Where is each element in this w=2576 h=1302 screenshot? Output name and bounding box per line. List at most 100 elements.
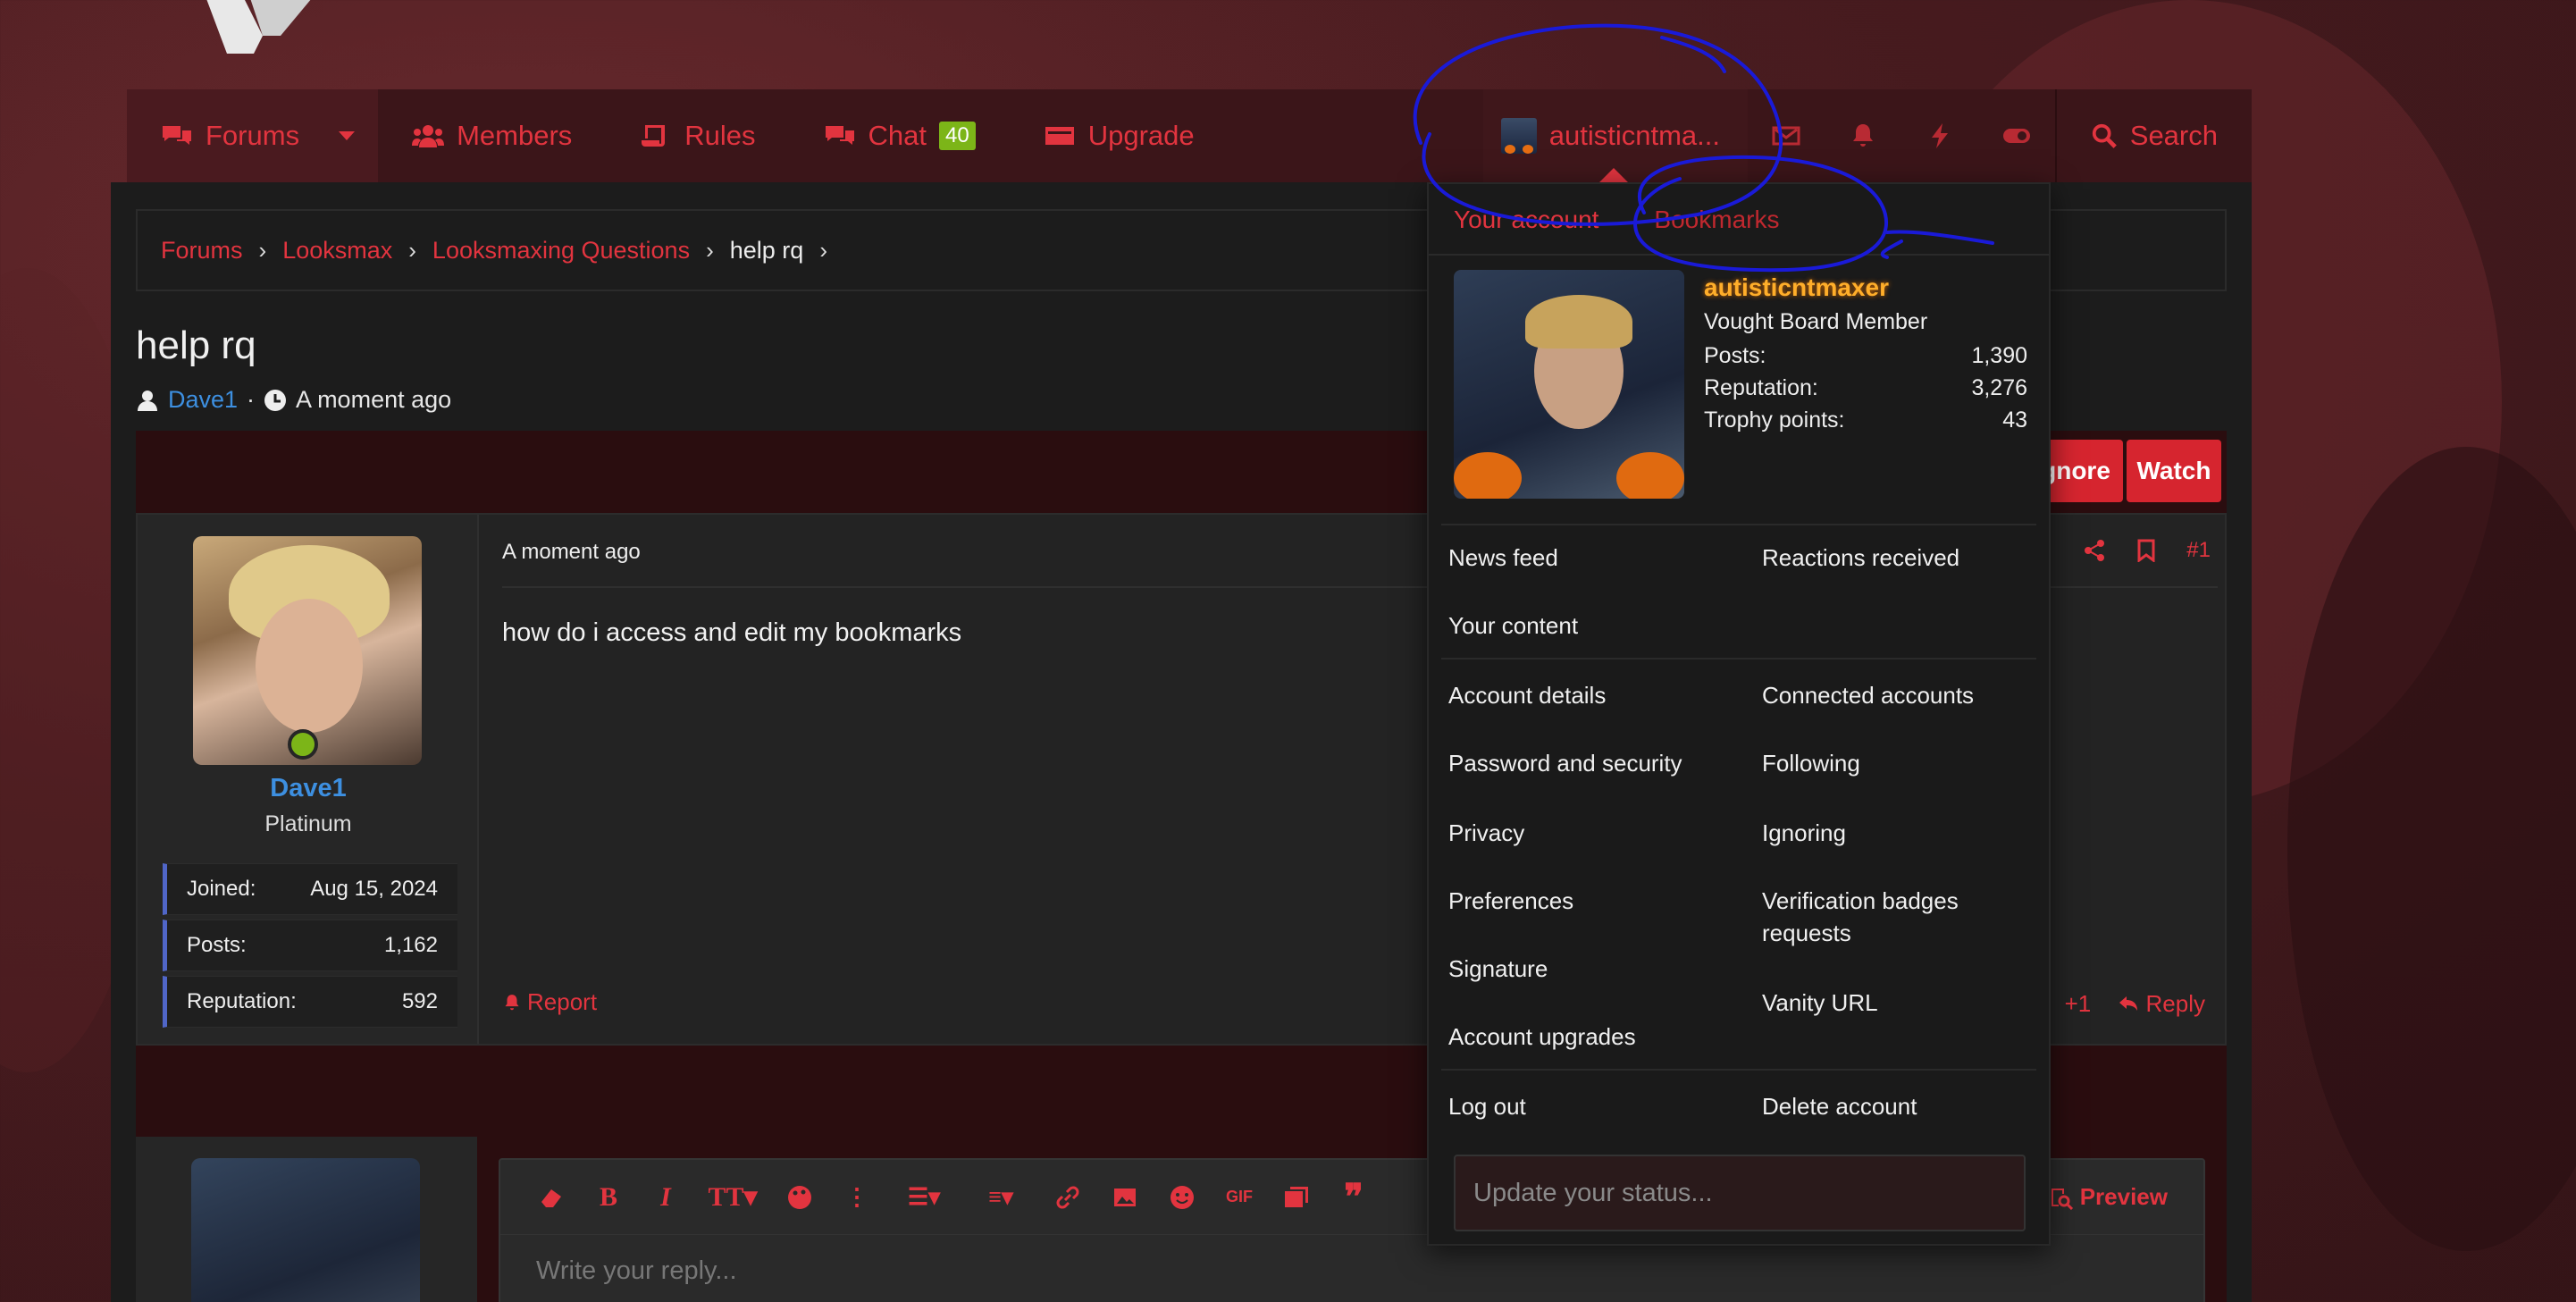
nav-forums[interactable]: Forums bbox=[127, 89, 379, 182]
menu-username[interactable]: autisticntmaxer bbox=[1704, 273, 1889, 302]
breadcrumb-current[interactable]: help rq bbox=[730, 237, 804, 265]
link-icon[interactable] bbox=[1054, 1184, 1081, 1211]
nav-chat[interactable]: Chat 40 bbox=[790, 89, 1010, 182]
bolt-icon bbox=[1931, 123, 1948, 148]
image-icon[interactable] bbox=[1112, 1184, 1138, 1211]
menu-verification-badges[interactable]: Verification badges requests bbox=[1762, 885, 2012, 949]
credit-card-icon bbox=[1045, 127, 1074, 145]
tab-bookmarks[interactable]: Bookmarks bbox=[1654, 206, 1779, 234]
post-time[interactable]: A moment ago bbox=[502, 540, 641, 565]
italic-icon[interactable]: I bbox=[652, 1182, 679, 1212]
report-button[interactable]: Report bbox=[502, 988, 597, 1016]
breadcrumb-looksmaxing-questions[interactable]: Looksmaxing Questions bbox=[432, 237, 690, 265]
pumpkin-icon bbox=[1616, 452, 1684, 499]
bookmark-icon[interactable] bbox=[2135, 539, 2158, 562]
breadcrumb-looksmax[interactable]: Looksmax bbox=[282, 237, 392, 265]
account-menu-tabs: Your account Bookmarks bbox=[1454, 206, 1779, 234]
chevron-right-icon: › bbox=[819, 236, 827, 264]
menu-privacy[interactable]: Privacy bbox=[1448, 817, 1524, 849]
account-menu: Your account Bookmarks autisticntmaxer V… bbox=[1427, 182, 2051, 1246]
dropdown-pointer bbox=[1598, 168, 1628, 182]
scroll-icon bbox=[642, 125, 666, 147]
chevron-right-icon: › bbox=[408, 236, 416, 264]
nav-members[interactable]: Members bbox=[378, 89, 606, 182]
site-logo[interactable] bbox=[200, 0, 325, 54]
user-stat-reputation: Reputation: 592 bbox=[163, 976, 457, 1028]
post-footer-actions: +1 Reply bbox=[2065, 990, 2205, 1018]
text-size-icon[interactable]: TT▾ bbox=[708, 1182, 757, 1212]
list-icon[interactable]: ☰▾ bbox=[901, 1184, 947, 1211]
comments-icon bbox=[163, 126, 191, 145]
menu-following[interactable]: Following bbox=[1762, 747, 1860, 779]
avatar-art bbox=[256, 599, 363, 733]
divider bbox=[1441, 658, 2036, 659]
nav-alerts[interactable] bbox=[1825, 89, 1901, 182]
chevron-right-icon: › bbox=[706, 236, 714, 264]
menu-delete-account[interactable]: Delete account bbox=[1762, 1090, 1917, 1122]
nav-account-button[interactable]: autisticntma... bbox=[1482, 89, 1748, 182]
menu-your-content[interactable]: Your content bbox=[1448, 609, 1578, 642]
post-message: how do i access and edit my bookmarks bbox=[502, 618, 962, 647]
menu-preferences[interactable]: Preferences bbox=[1448, 885, 1573, 917]
bell-icon bbox=[1852, 124, 1873, 147]
menu-log-out[interactable]: Log out bbox=[1448, 1090, 1526, 1122]
reply-button[interactable]: Reply bbox=[2118, 990, 2205, 1018]
nav-style-toggle[interactable] bbox=[1978, 89, 2055, 182]
bold-icon[interactable]: B bbox=[595, 1182, 622, 1212]
menu-password-security[interactable]: Password and security bbox=[1448, 747, 1682, 779]
thread-author[interactable]: Dave1 bbox=[168, 386, 238, 414]
menu-signature[interactable]: Signature bbox=[1448, 953, 1548, 985]
user-stat-joined: Joined: Aug 15, 2024 bbox=[163, 863, 457, 915]
menu-vanity-url[interactable]: Vanity URL bbox=[1762, 987, 1878, 1019]
pumpkin-icon bbox=[1454, 452, 1522, 499]
reply-input[interactable]: Write your reply... bbox=[536, 1256, 737, 1286]
thread-time[interactable]: A moment ago bbox=[296, 386, 451, 414]
envelope-icon bbox=[1772, 126, 1800, 146]
quote-icon[interactable]: ❞ bbox=[1340, 1177, 1367, 1217]
menu-account-upgrades[interactable]: Account upgrades bbox=[1448, 1021, 1636, 1053]
nav-upgrade[interactable]: Upgrade bbox=[1010, 89, 1229, 182]
media-icon[interactable] bbox=[1283, 1184, 1310, 1211]
chat-count-badge: 40 bbox=[939, 122, 976, 150]
menu-reactions-received[interactable]: Reactions received bbox=[1762, 542, 1959, 574]
more-options-icon[interactable]: ⋮ bbox=[843, 1184, 870, 1211]
preview-button[interactable]: Preview bbox=[2048, 1183, 2168, 1211]
menu-account-details[interactable]: Account details bbox=[1448, 679, 1606, 711]
divider bbox=[1429, 254, 2049, 256]
nav-whats-new[interactable] bbox=[1901, 89, 1978, 182]
avatar[interactable] bbox=[1454, 270, 1684, 499]
palette-icon[interactable] bbox=[786, 1184, 813, 1211]
like-button[interactable]: +1 bbox=[2065, 990, 2092, 1018]
align-icon[interactable]: ≡▾ bbox=[978, 1184, 1024, 1211]
smiley-icon[interactable] bbox=[1169, 1184, 1196, 1211]
avatar bbox=[191, 1158, 420, 1302]
separator-dot: · bbox=[247, 386, 256, 413]
chat-icon bbox=[825, 126, 854, 145]
post-user-rank: Platinum bbox=[264, 811, 352, 836]
menu-connected-accounts[interactable]: Connected accounts bbox=[1762, 679, 1974, 711]
online-status-indicator bbox=[288, 729, 318, 760]
user-avatar-small bbox=[1500, 118, 1537, 154]
chevron-down-icon[interactable] bbox=[339, 131, 356, 140]
divider bbox=[1441, 524, 2036, 525]
tab-your-account[interactable]: Your account bbox=[1454, 206, 1598, 234]
breadcrumb-forums[interactable]: Forums bbox=[161, 237, 243, 265]
gif-icon[interactable]: GIF bbox=[1226, 1184, 1253, 1211]
post-number[interactable]: #1 bbox=[2186, 538, 2211, 563]
nav-search[interactable]: Search bbox=[2054, 89, 2252, 182]
menu-ignoring[interactable]: Ignoring bbox=[1762, 817, 1846, 849]
eraser-icon[interactable] bbox=[538, 1184, 565, 1211]
users-icon bbox=[412, 125, 445, 147]
menu-user-title: Vought Board Member bbox=[1704, 309, 1928, 334]
nav-rules[interactable]: Rules bbox=[606, 89, 789, 182]
menu-news-feed[interactable]: News feed bbox=[1448, 542, 1558, 574]
share-icon[interactable] bbox=[2083, 539, 2106, 562]
nav-inbox[interactable] bbox=[1748, 89, 1825, 182]
divider bbox=[1441, 1069, 2036, 1071]
watch-button[interactable]: Watch bbox=[2127, 440, 2221, 502]
menu-stat-trophy: Trophy points: 43 bbox=[1704, 407, 2027, 433]
post-username[interactable]: Dave1 bbox=[138, 774, 479, 803]
reply-icon bbox=[2119, 996, 2138, 1011]
page-title: help rq bbox=[136, 323, 256, 367]
status-input[interactable]: Update your status... bbox=[1454, 1155, 2026, 1231]
